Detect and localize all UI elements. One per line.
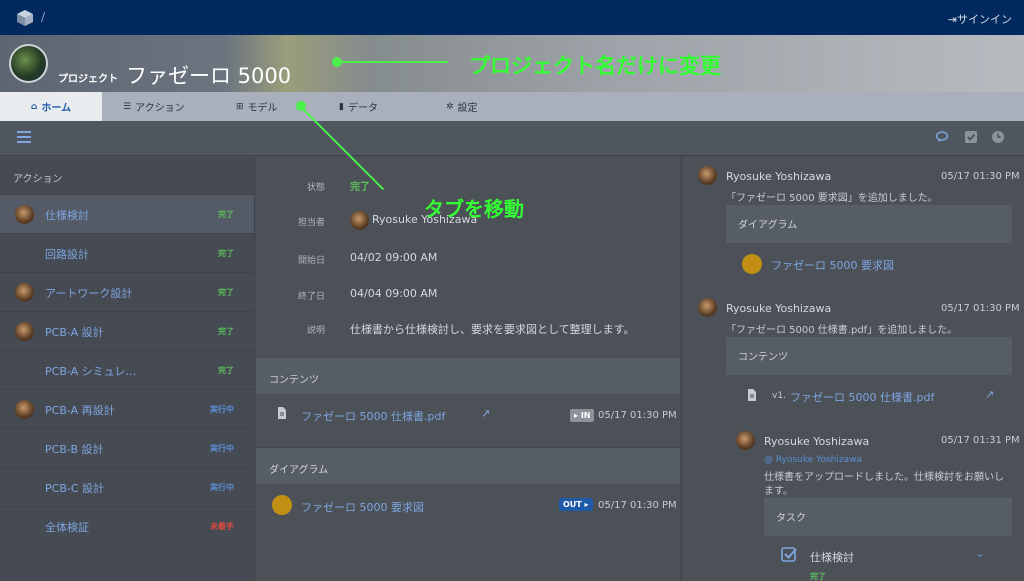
checked-checkbox-icon[interactable] bbox=[781, 546, 798, 563]
feed-box-diagram: ダイアグラム bbox=[726, 205, 1012, 243]
task-status: 完了 bbox=[810, 572, 826, 581]
task-name: 仕様検討 bbox=[810, 551, 854, 564]
start-value: 04/02 09:00 AM bbox=[350, 251, 438, 264]
status-badge: 完了 bbox=[218, 210, 234, 219]
comments-icon[interactable] bbox=[936, 130, 950, 144]
clock-icon[interactable] bbox=[991, 130, 1005, 144]
avatar bbox=[698, 298, 717, 317]
status-badge: 実行中 bbox=[210, 444, 234, 453]
diagram-timestamp: 05/17 01:30 PM bbox=[598, 500, 677, 511]
sidebar-item[interactable]: 仕様検討 完了 bbox=[0, 194, 254, 233]
feed-message: 仕様書をアップロードしました。仕様検討をお願いし bbox=[764, 472, 1004, 483]
avatar bbox=[698, 166, 717, 185]
chevron-down-icon[interactable]: ⌄ bbox=[975, 546, 985, 560]
file-icon bbox=[278, 407, 286, 419]
signin-link[interactable]: ⇥サインイン bbox=[948, 11, 1012, 27]
annotation-rename: プロジェクト名だけに変更 bbox=[469, 54, 721, 78]
desc-label: 説明 bbox=[306, 326, 325, 336]
status-label: 状態 bbox=[306, 183, 325, 193]
toolbar bbox=[0, 121, 1024, 156]
external-link-icon[interactable]: ↗ bbox=[985, 388, 994, 401]
sidebar-item[interactable]: アートワーク設計 完了 bbox=[0, 272, 254, 311]
end-value: 04/04 09:00 AM bbox=[350, 287, 438, 300]
project-label: プロジェクト bbox=[58, 74, 118, 85]
feed-time: 05/17 01:30 PM bbox=[941, 171, 1020, 182]
feed-time: 05/17 01:31 PM bbox=[941, 435, 1020, 446]
avatar bbox=[15, 400, 34, 419]
external-link-icon[interactable]: ↗ bbox=[481, 407, 490, 420]
tab-settings[interactable]: ✲ 設定 bbox=[446, 92, 478, 121]
sitemap-icon: ⊞ bbox=[236, 101, 244, 112]
feed-user: Ryosuke Yoshizawa bbox=[726, 170, 832, 183]
file-icon: ▮ bbox=[339, 101, 344, 112]
in-badge: ▸ IN bbox=[570, 409, 595, 422]
signin-icon: ⇥ bbox=[947, 13, 957, 26]
avatar bbox=[350, 211, 369, 230]
annotation-dot bbox=[332, 57, 342, 67]
feed-box-contents: コンテンツ bbox=[726, 337, 1012, 375]
annotation-move-tabs: タブを移動 bbox=[424, 197, 524, 221]
status-badge: 完了 bbox=[218, 366, 234, 375]
status-badge: 完了 bbox=[218, 288, 234, 297]
annotation-arrow bbox=[342, 61, 448, 63]
feed-file-link[interactable]: ファゼーロ 5000 仕様書.pdf bbox=[790, 389, 934, 405]
status-badge: 実行中 bbox=[210, 405, 234, 414]
tab-bar: ⌂ ホーム ☰ アクション ⊞ モデル ▮ データ ✲ 設定 bbox=[0, 92, 1024, 121]
sidebar-item[interactable]: 回路設計 完了 bbox=[0, 233, 254, 272]
status-badge: 実行中 bbox=[210, 483, 234, 492]
tab-model[interactable]: ⊞ モデル bbox=[236, 92, 278, 121]
top-bar bbox=[0, 0, 1024, 35]
out-badge: OUT ▸ bbox=[559, 498, 593, 511]
avatar bbox=[15, 283, 34, 302]
diagram-file-link[interactable]: ファゼーロ 5000 要求図 bbox=[301, 499, 424, 515]
diagram-icon bbox=[272, 495, 292, 515]
feed-user: Ryosuke Yoshizawa bbox=[726, 302, 832, 315]
feed-message-cont: ます。 bbox=[764, 486, 793, 497]
diagram-icon bbox=[742, 254, 762, 274]
content-file-link[interactable]: ファゼーロ 5000 仕様書.pdf bbox=[301, 408, 445, 424]
status-badge: 未着手 bbox=[210, 522, 234, 531]
sidebar-heading: アクション bbox=[13, 174, 63, 185]
cube-logo-icon[interactable] bbox=[16, 9, 34, 27]
sidebar-item[interactable]: PCB-B 設計 実行中 bbox=[0, 428, 254, 467]
file-icon bbox=[748, 389, 756, 401]
status-badge: 完了 bbox=[218, 327, 234, 336]
feed-message: 「ファゼーロ 5000 要求図」を追加しました。 bbox=[726, 193, 938, 204]
status-value: 完了 bbox=[350, 182, 370, 193]
feed-time: 05/17 01:30 PM bbox=[941, 303, 1020, 314]
project-title: ファゼーロ 5000 bbox=[126, 64, 292, 88]
desc-value: 仕様書から仕様検討し、要求を要求図として整理します。 bbox=[350, 323, 635, 336]
sidebar-item[interactable]: PCB-A 設計 完了 bbox=[0, 311, 254, 350]
hamburger-menu-icon[interactable] bbox=[17, 131, 31, 143]
feed-user: Ryosuke Yoshizawa bbox=[764, 435, 870, 448]
sidebar-item[interactable]: PCB-A 再設計 実行中 bbox=[0, 389, 254, 428]
feed-diagram-link[interactable]: ファゼーロ 5000 要求図 bbox=[771, 257, 894, 273]
content-timestamp: 05/17 01:30 PM bbox=[598, 410, 677, 421]
sidebar-item[interactable]: 全体検証 未着手 bbox=[0, 506, 254, 545]
status-badge: 完了 bbox=[218, 249, 234, 258]
feed-box-task: タスク bbox=[764, 498, 1012, 536]
end-label: 終了日 bbox=[297, 292, 325, 302]
tab-home[interactable]: ⌂ ホーム bbox=[0, 92, 102, 121]
sidebar-item[interactable]: PCB-C 設計 実行中 bbox=[0, 467, 254, 506]
gear-icon: ✲ bbox=[446, 101, 454, 112]
home-icon: ⌂ bbox=[30, 101, 38, 112]
assignee-label: 担当者 bbox=[297, 218, 325, 228]
tab-data[interactable]: ▮ データ bbox=[339, 92, 378, 121]
sidebar-item[interactable]: PCB-A シミュレ… 完了 bbox=[0, 350, 254, 389]
feed-mention[interactable]: @ Ryosuke Yoshizawa bbox=[764, 455, 862, 465]
avatar bbox=[15, 205, 34, 224]
breadcrumb-separator: / bbox=[41, 10, 46, 24]
file-version: v1. bbox=[772, 391, 786, 401]
start-label: 開始日 bbox=[297, 256, 325, 266]
avatar bbox=[736, 431, 755, 450]
checkbox-icon[interactable] bbox=[964, 130, 978, 144]
list-icon: ☰ bbox=[123, 101, 132, 112]
avatar bbox=[15, 322, 34, 341]
tab-action[interactable]: ☰ アクション bbox=[123, 92, 185, 121]
project-avatar bbox=[9, 44, 48, 83]
contents-section-header: コンテンツ bbox=[256, 357, 680, 394]
feed-message: 「ファゼーロ 5000 仕様書.pdf」を追加しました。 bbox=[726, 325, 958, 336]
diagram-section-header: ダイアグラム bbox=[256, 447, 680, 484]
